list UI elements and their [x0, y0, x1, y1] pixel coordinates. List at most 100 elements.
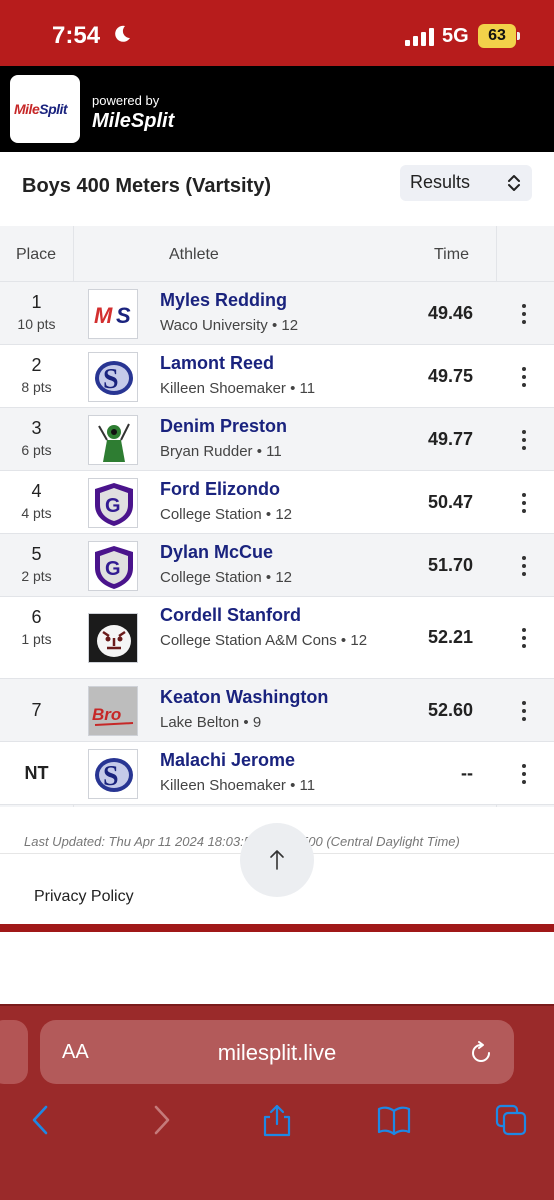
place-number: 5: [31, 544, 42, 564]
result-time: --: [461, 762, 473, 783]
table-row[interactable]: NT S Malachi Jerome Killeen Shoemaker • 11 -…: [0, 742, 554, 805]
athlete-name-link[interactable]: Denim Preston: [160, 416, 287, 437]
logo-text-b: Split: [39, 101, 68, 117]
results-table: Place Athlete Time 1 10 pts M S Myles Reddin…: [0, 226, 554, 807]
view-select[interactable]: Results: [400, 165, 532, 201]
battery-icon: 63: [478, 24, 516, 48]
more-options-icon[interactable]: [512, 762, 536, 786]
more-options-icon[interactable]: [512, 365, 536, 389]
place-points: 6 pts: [21, 442, 52, 458]
more-options-icon[interactable]: [512, 699, 536, 723]
place-points: 2 pts: [21, 568, 52, 584]
svg-text:G: G: [105, 558, 121, 580]
table-header: Place Athlete Time: [0, 226, 554, 282]
table-row[interactable]: 6 1 pts Cordell Stanford College Station A&…: [0, 597, 554, 679]
table-row[interactable]: 2 8 pts S Lamont Reed Killeen Shoemaker • 11…: [0, 345, 554, 408]
athlete-team-grade: Waco University • 12: [160, 317, 299, 334]
place-number: NT: [24, 762, 49, 783]
svg-text:Bro: Bro: [92, 705, 121, 724]
athlete-team-grade: College Station • 12: [160, 569, 293, 586]
milesplit-logo[interactable]: MileSplit: [10, 75, 80, 143]
table-row[interactable]: 1 10 pts M S Myles Redding Waco University • …: [0, 282, 554, 345]
browser-divider: [0, 1004, 554, 1006]
result-time: 50.47: [427, 491, 473, 512]
table-row[interactable]: 5 2 pts G Dylan McCue College Station • 12 51…: [0, 534, 554, 597]
arrow-up-icon: [270, 850, 284, 870]
college-station-logo: G: [88, 541, 138, 591]
place-number: 6: [31, 607, 42, 627]
athlete-name-link[interactable]: Ford Elizondo: [160, 479, 280, 500]
back-icon[interactable]: [24, 1103, 58, 1137]
status-bar: 7:54 5G 63: [0, 0, 554, 66]
place-points: 10 pts: [17, 316, 56, 332]
bookmarks-icon[interactable]: [377, 1103, 411, 1137]
share-icon[interactable]: [260, 1103, 294, 1137]
rudder-logo: [88, 415, 138, 465]
place-number: 1: [31, 292, 42, 312]
column-header-time: Time: [434, 246, 469, 263]
athlete-name-link[interactable]: Malachi Jerome: [160, 750, 295, 771]
athlete-name-link[interactable]: Cordell Stanford: [160, 605, 301, 626]
place-number: 7: [31, 699, 42, 720]
chevron-updown-icon: [508, 175, 520, 191]
broncos-logo: Bro: [88, 686, 138, 736]
battery-tip: [517, 32, 520, 40]
page-end-bar: [0, 924, 554, 932]
place-points: 4 pts: [21, 505, 52, 521]
signal-icon: [405, 28, 434, 46]
powered-by-text: powered by: [92, 93, 160, 108]
athlete-team-grade: Lake Belton • 9: [160, 714, 262, 731]
network-label: 5G: [442, 25, 469, 47]
reload-icon[interactable]: [468, 1040, 494, 1066]
athlete-team-grade: Bryan Rudder • 11: [160, 443, 282, 460]
brand-name: MileSplit: [92, 110, 175, 132]
place-number: 3: [31, 418, 42, 438]
battery-level: 63: [488, 27, 506, 44]
more-options-icon[interactable]: [512, 302, 536, 326]
svg-text:S: S: [116, 303, 131, 328]
athlete-name-link[interactable]: Dylan McCue: [160, 542, 273, 563]
moon-icon: [115, 25, 130, 42]
result-time: 52.60: [427, 699, 473, 720]
forward-icon: [154, 1105, 170, 1135]
more-options-icon[interactable]: [512, 491, 536, 515]
svg-text:G: G: [105, 495, 121, 517]
place-points: 1 pts: [21, 631, 52, 647]
logo-text-a: Mile: [14, 101, 40, 117]
tabs-icon[interactable]: [494, 1103, 528, 1137]
view-select-value: Results: [410, 172, 471, 192]
athlete-team-grade: College Station • 12: [160, 506, 293, 523]
shoemaker-logo: S: [88, 749, 138, 799]
result-time: 49.77: [427, 428, 473, 449]
privacy-policy-link[interactable]: Privacy Policy: [34, 888, 134, 906]
result-time: 49.46: [427, 302, 473, 323]
athlete-name-link[interactable]: Lamont Reed: [160, 353, 274, 374]
result-time: 49.75: [427, 365, 473, 386]
brand-header: MileSplit powered by MileSplit: [0, 66, 554, 152]
athlete-name-link[interactable]: Keaton Washington: [160, 687, 328, 708]
scroll-to-top-button[interactable]: [240, 823, 314, 897]
result-time: 51.70: [427, 554, 473, 575]
ms-logo: MS: [88, 289, 138, 339]
event-title: Boys 400 Meters (Vartsity): [22, 175, 272, 197]
tiger-logo: [88, 613, 138, 663]
more-options-icon[interactable]: [512, 554, 536, 578]
place-number: 4: [31, 481, 42, 501]
table-row[interactable]: 4 4 pts G Ford Elizondo College Station • 12…: [0, 471, 554, 534]
athlete-team-grade: Killeen Shoemaker • 11: [160, 380, 316, 397]
college-station-logo: G: [88, 478, 138, 528]
svg-text:M: M: [94, 303, 113, 328]
more-options-icon[interactable]: [512, 428, 536, 452]
table-row[interactable]: 7 Bro Keaton Washington Lake Belton • 9 52.6…: [0, 679, 554, 742]
svg-text:S: S: [103, 364, 119, 395]
column-header-athlete: Athlete: [169, 246, 219, 263]
more-options-icon[interactable]: [512, 626, 536, 650]
place-points: 8 pts: [21, 379, 52, 395]
athlete-team-grade: Killeen Shoemaker • 11: [160, 777, 316, 794]
column-header-place: Place: [16, 246, 57, 263]
athlete-name-link[interactable]: Myles Redding: [160, 290, 287, 311]
place-number: 2: [31, 355, 42, 375]
table-row[interactable]: 3 6 pts Denim Preston Bryan Rudder • 11 49.7…: [0, 408, 554, 471]
shoemaker-logo: S: [88, 352, 138, 402]
result-time: 52.21: [427, 627, 473, 647]
